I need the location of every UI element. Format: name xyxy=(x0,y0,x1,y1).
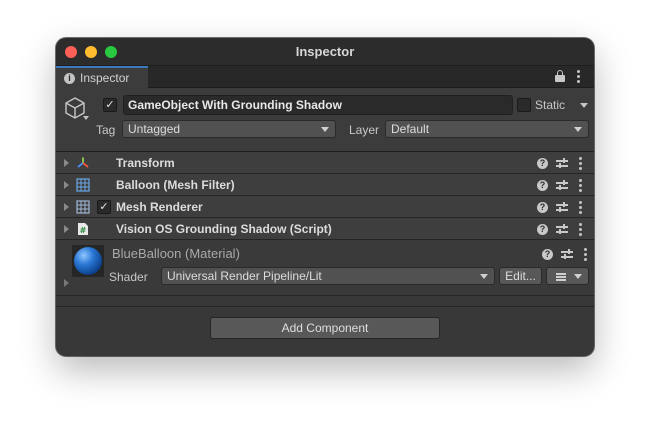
material-menu-icon[interactable] xyxy=(581,247,589,261)
mesh-renderer-enabled-checkbox[interactable]: ✓ xyxy=(97,200,111,214)
title-bar[interactable]: Inspector xyxy=(56,38,594,66)
help-icon[interactable]: ? xyxy=(537,223,548,235)
mesh-filter-icon xyxy=(76,178,90,192)
layer-dropdown[interactable]: Default xyxy=(385,120,589,138)
window-title: Inspector xyxy=(295,44,355,59)
tag-dropdown[interactable]: Untagged xyxy=(122,120,336,138)
component-tools: ? xyxy=(537,200,584,214)
gameobject-header: ✓ Static Tag Untagged Layer Default xyxy=(56,88,594,152)
chevron-down-icon xyxy=(321,127,329,132)
help-icon[interactable]: ? xyxy=(537,179,548,191)
chevron-down-icon xyxy=(574,274,582,279)
help-icon[interactable]: ? xyxy=(537,157,548,169)
component-menu-icon[interactable] xyxy=(576,222,584,236)
active-toggle-checkbox[interactable]: ✓ xyxy=(103,98,117,112)
layer-value: Default xyxy=(391,122,430,136)
shader-options-button[interactable] xyxy=(546,267,589,285)
script-icon: # xyxy=(78,223,88,235)
component-menu-icon[interactable] xyxy=(576,178,584,192)
material-name: BlueBalloon (Material) xyxy=(112,246,240,261)
tab-inspector[interactable]: i Inspector xyxy=(56,66,148,88)
component-tools: ? xyxy=(537,156,584,170)
static-label: Static xyxy=(535,98,566,112)
add-component-button[interactable]: Add Component xyxy=(210,317,440,339)
component-row-mesh-filter[interactable]: Balloon (Mesh Filter) ? xyxy=(56,174,594,196)
shader-dropdown[interactable]: Universal Render Pipeline/Lit xyxy=(161,267,495,285)
component-tools: ? xyxy=(537,222,584,236)
material-section: BlueBalloon (Material) ? Shader Universa… xyxy=(56,240,594,296)
presets-sliders-icon[interactable] xyxy=(556,179,568,191)
component-title: Vision OS Grounding Shadow (Script) xyxy=(116,222,332,236)
component-menu-icon[interactable] xyxy=(576,200,584,214)
component-title: Transform xyxy=(116,156,175,170)
component-title: Balloon (Mesh Filter) xyxy=(116,178,235,192)
svg-text:#: # xyxy=(80,226,87,235)
component-title: Mesh Renderer xyxy=(116,200,203,214)
component-row-grounding-shadow-script[interactable]: # Vision OS Grounding Shadow (Script) ? xyxy=(56,218,594,240)
component-menu-icon[interactable] xyxy=(576,156,584,170)
component-tools: ? xyxy=(537,178,584,192)
inspector-window: Inspector i Inspector ✓ Static Tag Untag… xyxy=(56,38,594,356)
tab-menu-icon[interactable] xyxy=(574,69,582,83)
lock-icon[interactable] xyxy=(555,69,565,83)
foldout-arrow-icon[interactable] xyxy=(64,181,69,189)
edit-shader-button[interactable]: Edit... xyxy=(499,267,542,285)
tab-tools xyxy=(555,69,582,83)
presets-sliders-icon[interactable] xyxy=(556,223,568,235)
list-icon xyxy=(556,273,566,281)
component-row-transform[interactable]: Transform ? xyxy=(56,152,594,174)
tab-label: Inspector xyxy=(80,71,130,85)
info-icon: i xyxy=(64,72,75,84)
material-sphere-preview xyxy=(74,247,102,275)
chevron-down-icon xyxy=(574,127,582,132)
component-row-mesh-renderer[interactable]: ✓ Mesh Renderer ? xyxy=(56,196,594,218)
material-preview[interactable] xyxy=(72,245,104,277)
shader-label: Shader xyxy=(109,270,148,284)
transform-icon xyxy=(77,157,89,168)
static-dropdown-caret-icon[interactable] xyxy=(580,103,588,108)
layer-label: Layer xyxy=(349,123,380,137)
presets-sliders-icon[interactable] xyxy=(556,157,568,169)
material-tools: ? xyxy=(542,247,589,261)
tab-bar: i Inspector xyxy=(56,66,594,88)
tag-value: Untagged xyxy=(128,122,181,136)
foldout-arrow-icon[interactable] xyxy=(64,279,69,287)
mesh-renderer-icon xyxy=(76,200,90,214)
chevron-down-icon xyxy=(480,274,488,279)
gameobject-name-input[interactable] xyxy=(123,95,513,115)
help-icon[interactable]: ? xyxy=(542,248,553,260)
shader-value: Universal Render Pipeline/Lit xyxy=(167,269,322,283)
tag-label: Tag xyxy=(96,123,116,137)
section-separator xyxy=(56,297,594,307)
foldout-arrow-icon[interactable] xyxy=(64,159,69,167)
icon-picker-caret-icon[interactable] xyxy=(83,116,89,120)
static-checkbox[interactable] xyxy=(517,98,531,112)
foldout-arrow-icon[interactable] xyxy=(64,203,69,211)
presets-sliders-icon[interactable] xyxy=(556,201,568,213)
help-icon[interactable]: ? xyxy=(537,201,548,213)
presets-sliders-icon[interactable] xyxy=(561,248,573,260)
foldout-arrow-icon[interactable] xyxy=(64,225,69,233)
